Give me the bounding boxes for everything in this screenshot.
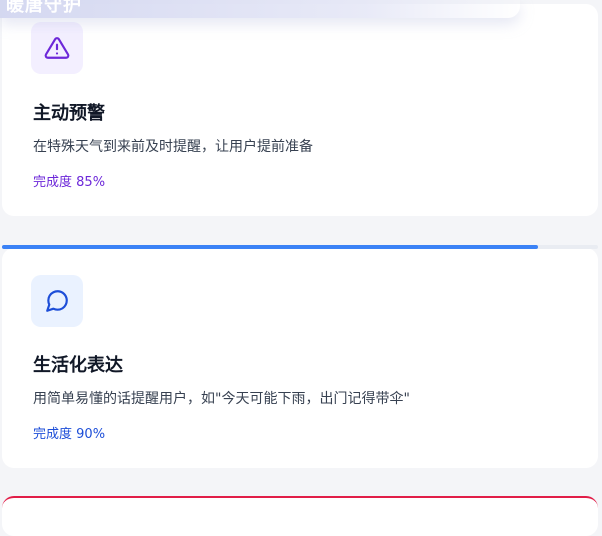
progress-label: 完成度 [33,175,73,190]
header-overlay: 暖唐守护 [0,0,520,18]
feature-card-expression: 生活化表达 用简单易懂的话提醒用户，如"今天可能下雨，出门记得带伞" 完成度 9… [2,248,598,468]
card-description: 在特殊天气到来前及时提醒，让用户提前准备 [33,139,313,155]
message-circle-icon [46,290,68,312]
separator-progress-fill [2,245,539,249]
card-progress-text: 完成度 90% [33,423,105,442]
progress-value: 90% [76,427,106,442]
header-partial-title: 暖唐守护 [6,0,82,16]
feature-card-next [2,496,598,536]
card-progress-text: 完成度 85% [33,171,105,190]
feature-card-warning: 主动预警 在特殊天气到来前及时提醒，让用户提前准备 完成度 85% [2,4,598,216]
progress-value: 85% [76,175,106,190]
separator-progress-bar [2,245,598,249]
card-title: 生活化表达 [33,355,123,376]
card-description: 用简单易懂的话提醒用户，如"今天可能下雨，出门记得带伞" [33,391,410,407]
progress-label: 完成度 [33,427,73,442]
card-title: 主动预警 [33,103,105,124]
icon-box-message [31,275,83,327]
icon-box-warning [31,22,83,74]
alert-triangle-icon [44,37,70,59]
